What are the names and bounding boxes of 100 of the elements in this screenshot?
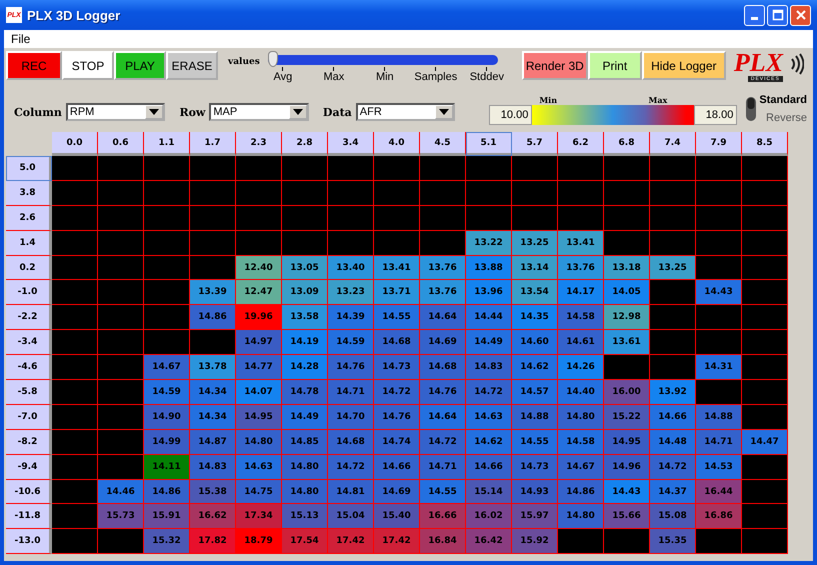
row-header[interactable]: -8.2 bbox=[6, 430, 52, 455]
table-cell: 14.86 bbox=[190, 305, 236, 330]
table-cell: 14.67 bbox=[558, 454, 604, 480]
row-header[interactable]: 0.2 bbox=[6, 256, 52, 280]
table-cell: 15.04 bbox=[328, 504, 374, 530]
table-cell: 13.54 bbox=[512, 280, 558, 306]
table-cell: 14.66 bbox=[374, 454, 420, 480]
table-cell: 14.58 bbox=[558, 305, 604, 330]
table-cell: 14.78 bbox=[282, 380, 328, 405]
table-cell: 14.80 bbox=[282, 454, 328, 480]
column-header[interactable]: 7.4 bbox=[650, 132, 696, 156]
column-header[interactable]: 1.7 bbox=[190, 132, 236, 156]
column-header[interactable]: 6.8 bbox=[604, 132, 650, 156]
table-cell: 15.92 bbox=[512, 529, 558, 554]
minimize-button[interactable] bbox=[744, 4, 765, 26]
table-cell: 15.35 bbox=[650, 529, 696, 554]
row-header[interactable]: -3.4 bbox=[6, 330, 52, 356]
table-cell: 14.55 bbox=[374, 305, 420, 330]
row-header[interactable]: -1.0 bbox=[6, 280, 52, 306]
table-cell: 14.59 bbox=[144, 380, 190, 405]
column-header[interactable]: 3.4 bbox=[328, 132, 374, 156]
action-button[interactable]: Print bbox=[588, 51, 642, 80]
table-cell: 16.66 bbox=[420, 504, 466, 530]
row-header[interactable]: -7.0 bbox=[6, 404, 52, 430]
row-header[interactable]: 3.8 bbox=[6, 180, 52, 206]
table-cell: 15.66 bbox=[604, 504, 650, 530]
row-header[interactable]: -9.4 bbox=[6, 454, 52, 480]
table-cell: 12.40 bbox=[236, 256, 282, 280]
caret-icon bbox=[439, 109, 450, 115]
column-header[interactable]: 5.7 bbox=[512, 132, 558, 156]
column-header[interactable]: 7.9 bbox=[696, 132, 742, 156]
table-cell: 14.48 bbox=[650, 430, 696, 455]
dropdown[interactable]: RPM bbox=[66, 103, 166, 121]
slider-thumb[interactable] bbox=[268, 51, 278, 67]
row-header[interactable]: -4.6 bbox=[6, 355, 52, 380]
action-button[interactable]: Hide Logger bbox=[642, 51, 726, 80]
column-header[interactable]: 8.5 bbox=[742, 132, 788, 156]
table-cell: 13.41 bbox=[374, 256, 420, 280]
menu-item[interactable]: File bbox=[9, 32, 32, 46]
table-cell: 14.88 bbox=[512, 404, 558, 430]
column-header[interactable]: 1.1 bbox=[144, 132, 190, 156]
table-cell: 13.05 bbox=[282, 256, 328, 280]
window-title: PLX 3D Logger bbox=[27, 8, 122, 22]
row-header[interactable]: -13.0 bbox=[6, 529, 52, 554]
table-cell: 13.88 bbox=[466, 256, 512, 280]
table-cell: 14.58 bbox=[558, 430, 604, 455]
table-cell: 14.31 bbox=[696, 355, 742, 380]
column-header[interactable]: 0.0 bbox=[52, 132, 98, 156]
row-header[interactable]: 2.6 bbox=[6, 206, 52, 231]
table-cell: 17.42 bbox=[328, 529, 374, 554]
table-cell: 15.08 bbox=[650, 504, 696, 530]
mode-label[interactable]: Reverse bbox=[766, 109, 808, 127]
table-cell: 14.34 bbox=[190, 404, 236, 430]
table-cell: 14.83 bbox=[190, 454, 236, 480]
toolbar-button[interactable]: ERASE bbox=[166, 51, 218, 80]
column-header[interactable]: 6.2 bbox=[558, 132, 604, 156]
table-cell: 14.80 bbox=[282, 480, 328, 504]
table-cell: 14.05 bbox=[604, 280, 650, 306]
toggle-switch[interactable] bbox=[745, 96, 758, 122]
dropdown[interactable]: MAP bbox=[209, 103, 309, 121]
toolbar-button[interactable]: STOP bbox=[62, 51, 114, 80]
table-cell: 14.40 bbox=[558, 380, 604, 405]
table-cell: 14.44 bbox=[466, 305, 512, 330]
table-cell: 13.40 bbox=[328, 256, 374, 280]
table-cell: 15.22 bbox=[604, 404, 650, 430]
table-cell: 14.77 bbox=[236, 355, 282, 380]
table-cell: 14.85 bbox=[282, 430, 328, 455]
min-value-field[interactable]: 10.00 bbox=[489, 105, 532, 125]
column-header[interactable]: 4.5 bbox=[420, 132, 466, 156]
column-header[interactable]: 5.1 bbox=[466, 132, 512, 156]
column-header[interactable]: 2.8 bbox=[282, 132, 328, 156]
row-header[interactable]: 5.0 bbox=[6, 156, 52, 181]
dropdown[interactable]: AFR bbox=[356, 103, 456, 121]
column-header[interactable]: 0.6 bbox=[98, 132, 144, 156]
column-header[interactable]: 4.0 bbox=[374, 132, 420, 156]
table-cell: 13.09 bbox=[282, 280, 328, 306]
row-header[interactable]: -10.6 bbox=[6, 480, 52, 504]
table-cell: 14.55 bbox=[512, 430, 558, 455]
signal-waves-icon bbox=[790, 53, 804, 75]
mode-label[interactable]: Standard bbox=[759, 91, 808, 109]
slider-tick-label: Samples bbox=[414, 71, 458, 83]
caret-icon bbox=[149, 109, 160, 115]
row-header[interactable]: -11.8 bbox=[6, 504, 52, 530]
table-cell: 16.86 bbox=[696, 504, 742, 530]
action-button[interactable]: Render 3D bbox=[522, 51, 588, 80]
maximize-button[interactable] bbox=[767, 4, 788, 26]
row-header[interactable]: -2.2 bbox=[6, 305, 52, 330]
table-cell: 14.37 bbox=[650, 480, 696, 504]
table-cell: 14.90 bbox=[144, 404, 190, 430]
toolbar-button[interactable]: REC bbox=[6, 51, 62, 80]
max-value-field[interactable]: 18.00 bbox=[694, 105, 738, 125]
row-header[interactable]: 1.4 bbox=[6, 230, 52, 256]
close-button[interactable] bbox=[790, 4, 811, 26]
table-cell: 14.87 bbox=[190, 430, 236, 455]
row-header[interactable]: -5.8 bbox=[6, 380, 52, 405]
table-cell: 14.46 bbox=[98, 480, 144, 504]
table-cell: 13.76 bbox=[420, 280, 466, 306]
table-cell: 15.14 bbox=[466, 480, 512, 504]
toolbar-button[interactable]: PLAY bbox=[114, 51, 166, 80]
column-header[interactable]: 2.3 bbox=[236, 132, 282, 156]
